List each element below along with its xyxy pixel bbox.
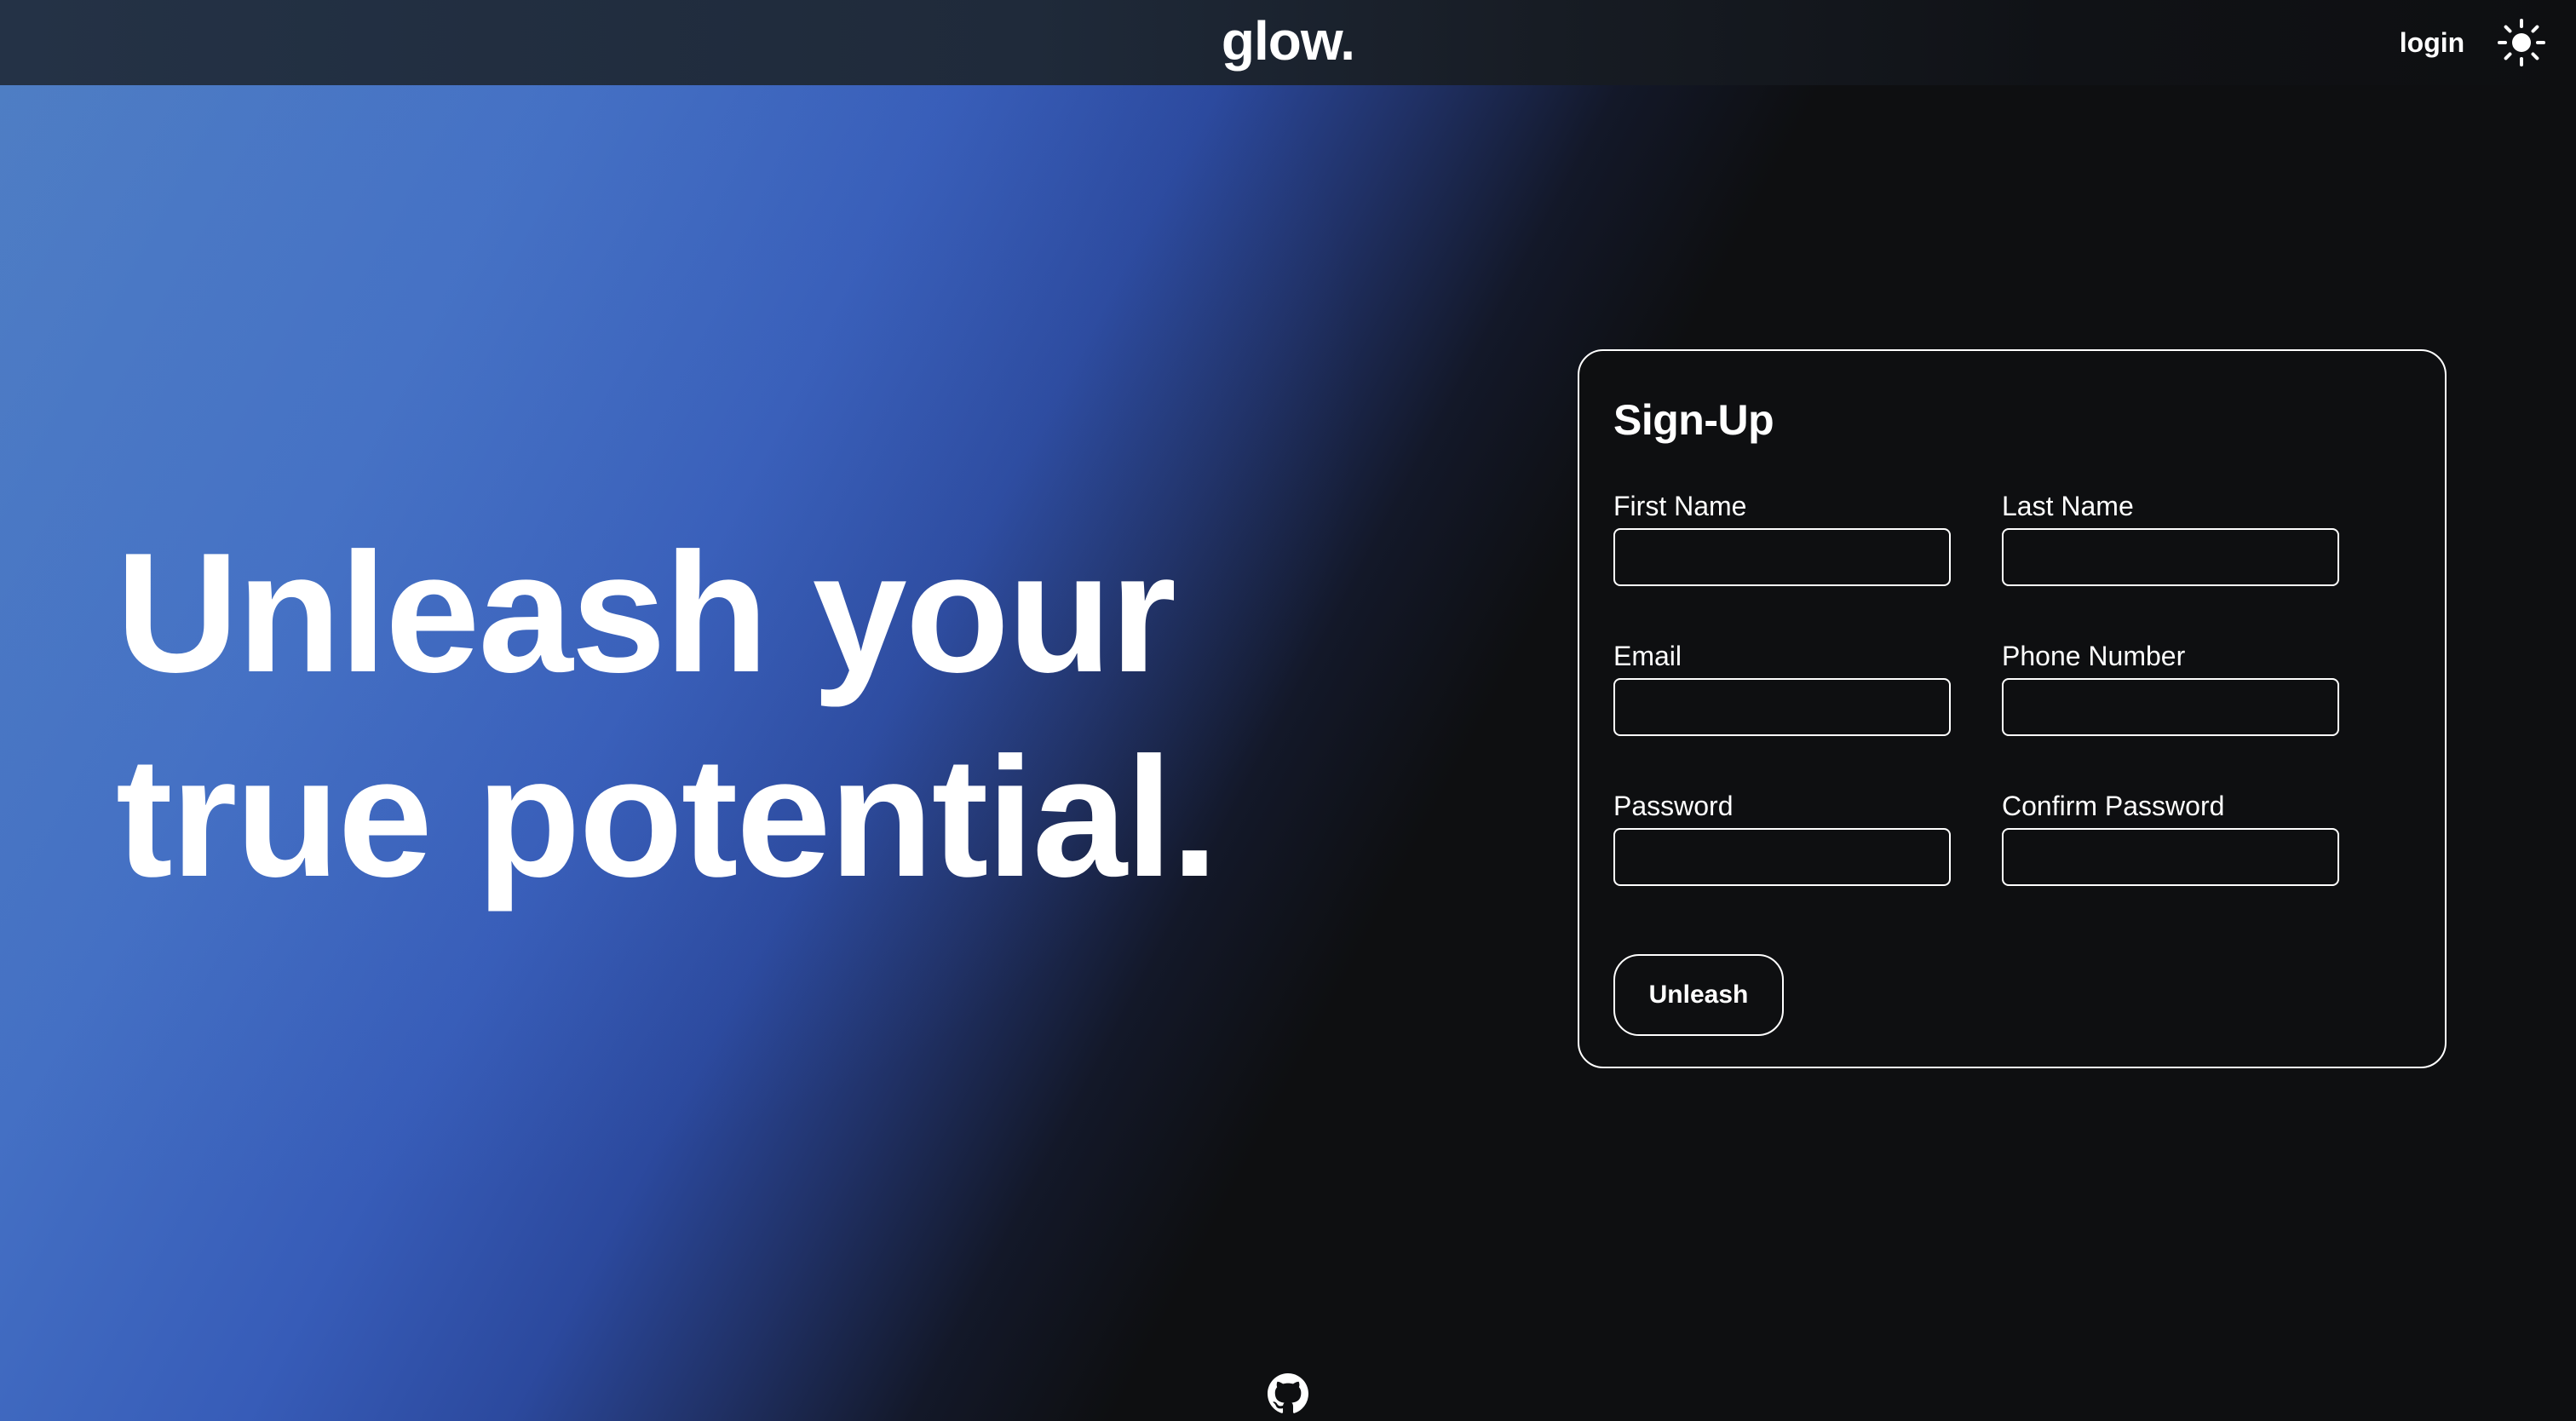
unleash-submit-button[interactable]: Unleash <box>1613 954 1784 1036</box>
page: glow. login Unleash your true potential. <box>0 0 2576 1421</box>
login-link[interactable]: login <box>2385 19 2479 66</box>
hero-headline: Unleash your true potential. <box>116 511 1479 920</box>
hero-line-1: Unleash your <box>116 518 1176 708</box>
confirm-password-label: Confirm Password <box>2002 791 2225 821</box>
hero-line-2: true potential. <box>116 722 1218 912</box>
last-name-field[interactable] <box>2002 528 2339 586</box>
first-name-label: First Name <box>1613 491 1747 521</box>
phone-number-label: Phone Number <box>2002 641 2186 671</box>
github-link[interactable] <box>1268 1373 1308 1414</box>
first-name-field[interactable] <box>1613 528 1951 586</box>
phone-number-field[interactable] <box>2002 678 2339 736</box>
signup-title: Sign-Up <box>1613 396 1774 444</box>
email-field[interactable] <box>1613 678 1951 736</box>
theme-toggle-button[interactable] <box>2496 17 2547 68</box>
last-name-label: Last Name <box>2002 491 2134 521</box>
top-header: glow. login <box>0 0 2576 85</box>
password-field[interactable] <box>1613 828 1951 886</box>
password-label: Password <box>1613 791 1734 821</box>
github-icon <box>1268 1373 1308 1413</box>
email-label: Email <box>1613 641 1682 671</box>
logo: glow. <box>1221 10 1355 72</box>
signup-form: Sign-Up First Name Last Name Email Phone… <box>1578 349 2447 1068</box>
sun-icon <box>2498 19 2545 66</box>
confirm-password-field[interactable] <box>2002 828 2339 886</box>
